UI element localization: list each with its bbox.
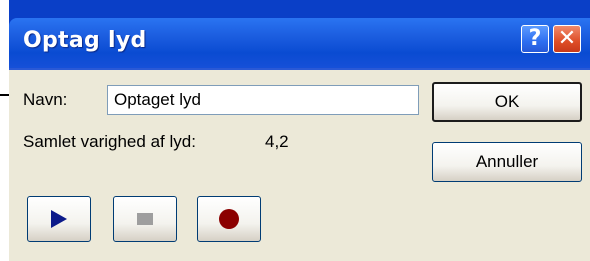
close-button[interactable]: ✕ bbox=[553, 25, 581, 53]
cancel-button[interactable]: Annuller bbox=[432, 142, 582, 182]
name-field[interactable] bbox=[107, 85, 419, 115]
record-icon bbox=[219, 209, 239, 229]
ok-button-label: OK bbox=[494, 92, 520, 111]
duration-label: Samlet varighed af lyd: bbox=[23, 132, 196, 151]
stop-button[interactable] bbox=[113, 196, 177, 242]
stop-icon bbox=[137, 213, 153, 225]
title-border bbox=[9, 68, 590, 70]
play-icon bbox=[51, 210, 67, 228]
ok-button[interactable]: OK bbox=[432, 82, 582, 122]
duration-value: 4,2 bbox=[265, 132, 289, 151]
record-sound-dialog: Optag lyd ? ✕ Navn: Samlet varighed af l… bbox=[0, 0, 590, 261]
background-mark bbox=[0, 94, 9, 96]
name-label: Navn: bbox=[23, 90, 68, 109]
help-button[interactable]: ? bbox=[521, 25, 549, 53]
help-icon: ? bbox=[528, 26, 542, 51]
background-strip bbox=[0, 0, 9, 261]
dialog-body: Navn: Samlet varighed af lyd: 4,2 OK Ann… bbox=[9, 68, 590, 261]
cancel-button-label: Annuller bbox=[475, 152, 539, 171]
dialog-title: Optag lyd bbox=[23, 28, 147, 53]
title-bar[interactable]: Optag lyd ? ✕ bbox=[9, 18, 590, 68]
record-button[interactable] bbox=[197, 196, 261, 242]
play-button[interactable] bbox=[27, 196, 91, 242]
close-icon: ✕ bbox=[557, 26, 577, 51]
